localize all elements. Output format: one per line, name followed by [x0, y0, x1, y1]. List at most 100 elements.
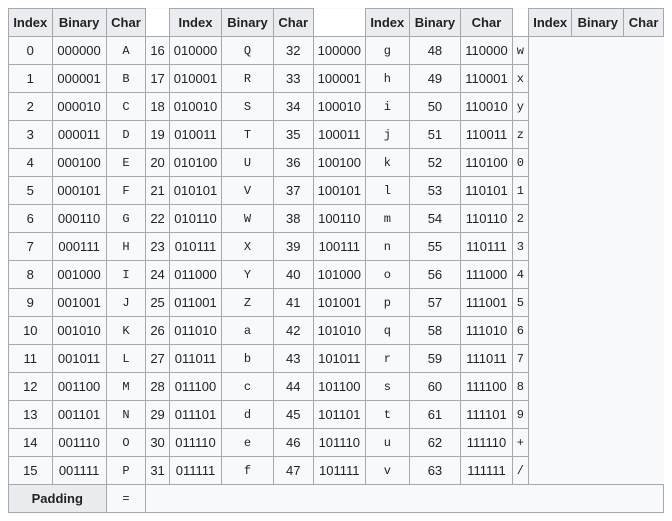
- cell-char: a: [222, 317, 274, 345]
- cell-char: u: [366, 429, 410, 457]
- cell-index: 39: [273, 233, 313, 261]
- cell-char: +: [512, 429, 528, 457]
- table-row: 7000111H23010111X39100111n551101113: [9, 233, 664, 261]
- cell-binary: 011110: [169, 429, 221, 457]
- col-char: Char: [106, 9, 146, 37]
- cell-char: q: [366, 317, 410, 345]
- padding-char: =: [106, 485, 146, 513]
- cell-index: 40: [273, 261, 313, 289]
- cell-index: 35: [273, 121, 313, 149]
- table-body: 0000000A16010000Q32100000g48110000w10000…: [9, 37, 664, 485]
- col-index: Index: [528, 9, 572, 37]
- cell-index: 17: [146, 65, 169, 93]
- cell-index: 43: [273, 345, 313, 373]
- cell-binary: 010100: [169, 149, 221, 177]
- cell-index: 29: [146, 401, 169, 429]
- col-binary: Binary: [572, 9, 624, 37]
- cell-char: M: [106, 373, 146, 401]
- cell-binary: 111100: [461, 373, 512, 401]
- cell-binary: 000000: [52, 37, 106, 65]
- cell-binary: 111010: [461, 317, 512, 345]
- cell-char: P: [106, 457, 146, 485]
- cell-index: 20: [146, 149, 169, 177]
- cell-char: w: [512, 37, 528, 65]
- cell-index: 57: [409, 289, 461, 317]
- cell-index: 44: [273, 373, 313, 401]
- cell-binary: 111110: [461, 429, 512, 457]
- cell-index: 22: [146, 205, 169, 233]
- cell-char: x: [512, 65, 528, 93]
- cell-binary: 011001: [169, 289, 221, 317]
- cell-char: s: [366, 373, 410, 401]
- padding-label: Padding: [9, 485, 107, 513]
- cell-binary: 001010: [52, 317, 106, 345]
- cell-binary: 000110: [52, 205, 106, 233]
- col-char: Char: [624, 9, 664, 37]
- col-char: Char: [461, 9, 512, 37]
- cell-binary: 010001: [169, 65, 221, 93]
- cell-binary: 110101: [461, 177, 512, 205]
- cell-index: 19: [146, 121, 169, 149]
- cell-binary: 010111: [169, 233, 221, 261]
- padding-row: Padding =: [9, 485, 664, 513]
- cell-index: 37: [273, 177, 313, 205]
- cell-char: V: [222, 177, 274, 205]
- cell-binary: 100110: [313, 205, 365, 233]
- cell-char: 1: [512, 177, 528, 205]
- cell-index: 63: [409, 457, 461, 485]
- cell-index: 21: [146, 177, 169, 205]
- cell-binary: 001111: [52, 457, 106, 485]
- cell-index: 52: [409, 149, 461, 177]
- cell-index: 16: [146, 37, 169, 65]
- table-row: 2000010C18010010S34100010i50110010y: [9, 93, 664, 121]
- cell-index: 9: [9, 289, 53, 317]
- cell-char: m: [366, 205, 410, 233]
- cell-binary: 000101: [52, 177, 106, 205]
- cell-index: 6: [9, 205, 53, 233]
- cell-binary: 001110: [52, 429, 106, 457]
- cell-char: R: [222, 65, 274, 93]
- cell-char: 3: [512, 233, 528, 261]
- cell-index: 62: [409, 429, 461, 457]
- cell-index: 56: [409, 261, 461, 289]
- cell-binary: 101110: [313, 429, 365, 457]
- cell-binary: 111001: [461, 289, 512, 317]
- cell-binary: 010000: [169, 37, 221, 65]
- cell-char: E: [106, 149, 146, 177]
- cell-index: 30: [146, 429, 169, 457]
- cell-binary: 000011: [52, 121, 106, 149]
- cell-index: 0: [9, 37, 53, 65]
- cell-char: O: [106, 429, 146, 457]
- cell-binary: 001001: [52, 289, 106, 317]
- cell-char: I: [106, 261, 146, 289]
- cell-binary: 001000: [52, 261, 106, 289]
- cell-binary: 111000: [461, 261, 512, 289]
- cell-binary: 011101: [169, 401, 221, 429]
- cell-char: j: [366, 121, 410, 149]
- table-row: 5000101F21010101V37100101l531101011: [9, 177, 664, 205]
- cell-char: 2: [512, 205, 528, 233]
- cell-index: 48: [409, 37, 461, 65]
- cell-char: 8: [512, 373, 528, 401]
- cell-binary: 110100: [461, 149, 512, 177]
- cell-index: 26: [146, 317, 169, 345]
- cell-index: 59: [409, 345, 461, 373]
- cell-binary: 101101: [313, 401, 365, 429]
- cell-index: 7: [9, 233, 53, 261]
- col-binary: Binary: [409, 9, 461, 37]
- cell-binary: 101100: [313, 373, 365, 401]
- cell-char: Z: [222, 289, 274, 317]
- cell-char: k: [366, 149, 410, 177]
- cell-binary: 001100: [52, 373, 106, 401]
- cell-char: Y: [222, 261, 274, 289]
- cell-index: 25: [146, 289, 169, 317]
- cell-binary: 101000: [313, 261, 365, 289]
- cell-index: 41: [273, 289, 313, 317]
- cell-index: 23: [146, 233, 169, 261]
- cell-char: e: [222, 429, 274, 457]
- cell-binary: 011100: [169, 373, 221, 401]
- cell-binary: 010010: [169, 93, 221, 121]
- cell-char: Q: [222, 37, 274, 65]
- cell-index: 58: [409, 317, 461, 345]
- cell-binary: 100010: [313, 93, 365, 121]
